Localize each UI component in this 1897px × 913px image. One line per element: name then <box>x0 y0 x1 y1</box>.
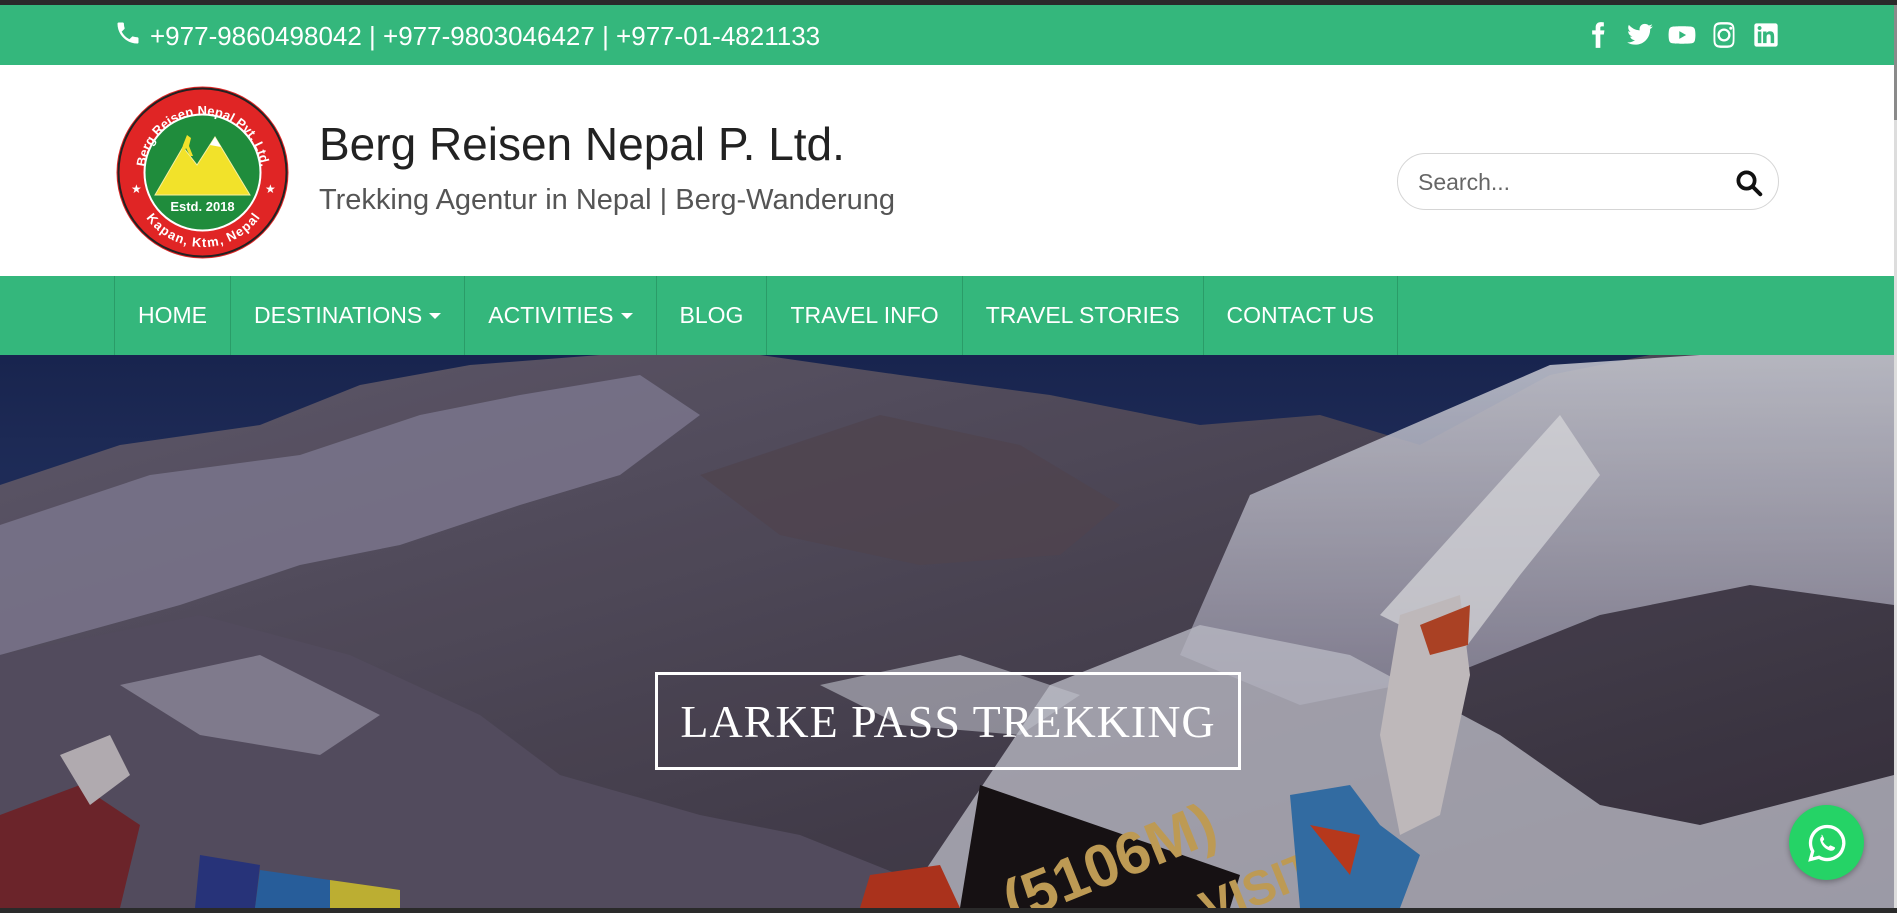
whatsapp-icon <box>1807 824 1845 862</box>
svg-text:★: ★ <box>265 182 276 196</box>
nav-item-travel-stories[interactable]: TRAVEL STORIES <box>963 276 1204 355</box>
nav-item-label: BLOG <box>679 302 744 328</box>
nav-item-travel-info[interactable]: TRAVEL INFO <box>767 276 963 355</box>
page: +977-9860498042 | +977-9803046427 | +977… <box>0 5 1894 908</box>
hero-caption: LARKE PASS TREKKING <box>680 695 1216 747</box>
svg-text:Estd. 2018: Estd. 2018 <box>170 199 234 214</box>
nav-item-contact-us[interactable]: CONTACT US <box>1204 276 1398 355</box>
site-title[interactable]: Berg Reisen Nepal P. Ltd. <box>319 117 845 171</box>
caret-down-icon <box>620 312 633 319</box>
phone-numbers-text: +977-9860498042 | +977-9803046427 | +977… <box>150 21 821 51</box>
nav-item-label: CONTACT US <box>1226 302 1374 328</box>
nav-item-blog[interactable]: BLOG <box>657 276 768 355</box>
twitter-icon[interactable] <box>1625 20 1655 50</box>
nav-menu: HOME DESTINATIONS ACTIVITIES BLOG TRAVEL… <box>114 276 1398 355</box>
phone-numbers: +977-9860498042 | +977-9803046427 | +977… <box>114 19 820 54</box>
phone-icon <box>114 19 142 54</box>
social-links <box>1583 20 1781 50</box>
hero-caption-box[interactable]: LARKE PASS TREKKING <box>655 672 1241 770</box>
instagram-icon[interactable] <box>1709 20 1739 50</box>
youtube-icon[interactable] <box>1667 20 1697 50</box>
hero-slider: (5106M) VISIT LARKE PASS TREKKING <box>0 355 1894 908</box>
nav-item-label: TRAVEL INFO <box>790 302 939 328</box>
search-icon[interactable] <box>1734 168 1764 198</box>
site-tagline: Trekking Agentur in Nepal | Berg-Wanderu… <box>319 184 896 216</box>
svg-text:★: ★ <box>131 182 142 196</box>
browser-viewport: +977-9860498042 | +977-9803046427 | +977… <box>0 0 1897 913</box>
search-box <box>1397 153 1779 210</box>
company-logo[interactable]: Estd. 2018 Berg Reisen Nepal Pvt. Ltd. K… <box>115 85 290 260</box>
top-contact-bar: +977-9860498042 | +977-9803046427 | +977… <box>0 5 1894 65</box>
main-navigation: HOME DESTINATIONS ACTIVITIES BLOG TRAVEL… <box>0 276 1894 355</box>
linkedin-icon[interactable] <box>1751 20 1781 50</box>
caret-down-icon <box>429 312 442 319</box>
hero-mountain-image: (5106M) VISIT <box>0 355 1894 908</box>
nav-item-destinations[interactable]: DESTINATIONS <box>231 276 466 355</box>
nav-item-label: DESTINATIONS <box>254 302 423 328</box>
nav-item-label: HOME <box>138 302 207 328</box>
nav-item-label: TRAVEL STORIES <box>985 302 1180 328</box>
search-input[interactable] <box>1418 164 1718 200</box>
facebook-icon[interactable] <box>1583 20 1613 50</box>
site-header: Estd. 2018 Berg Reisen Nepal Pvt. Ltd. K… <box>0 65 1894 276</box>
nav-item-activities[interactable]: ACTIVITIES <box>465 276 657 355</box>
nav-item-label: ACTIVITIES <box>488 302 614 328</box>
nav-item-home[interactable]: HOME <box>115 276 231 355</box>
whatsapp-button[interactable] <box>1789 805 1864 880</box>
